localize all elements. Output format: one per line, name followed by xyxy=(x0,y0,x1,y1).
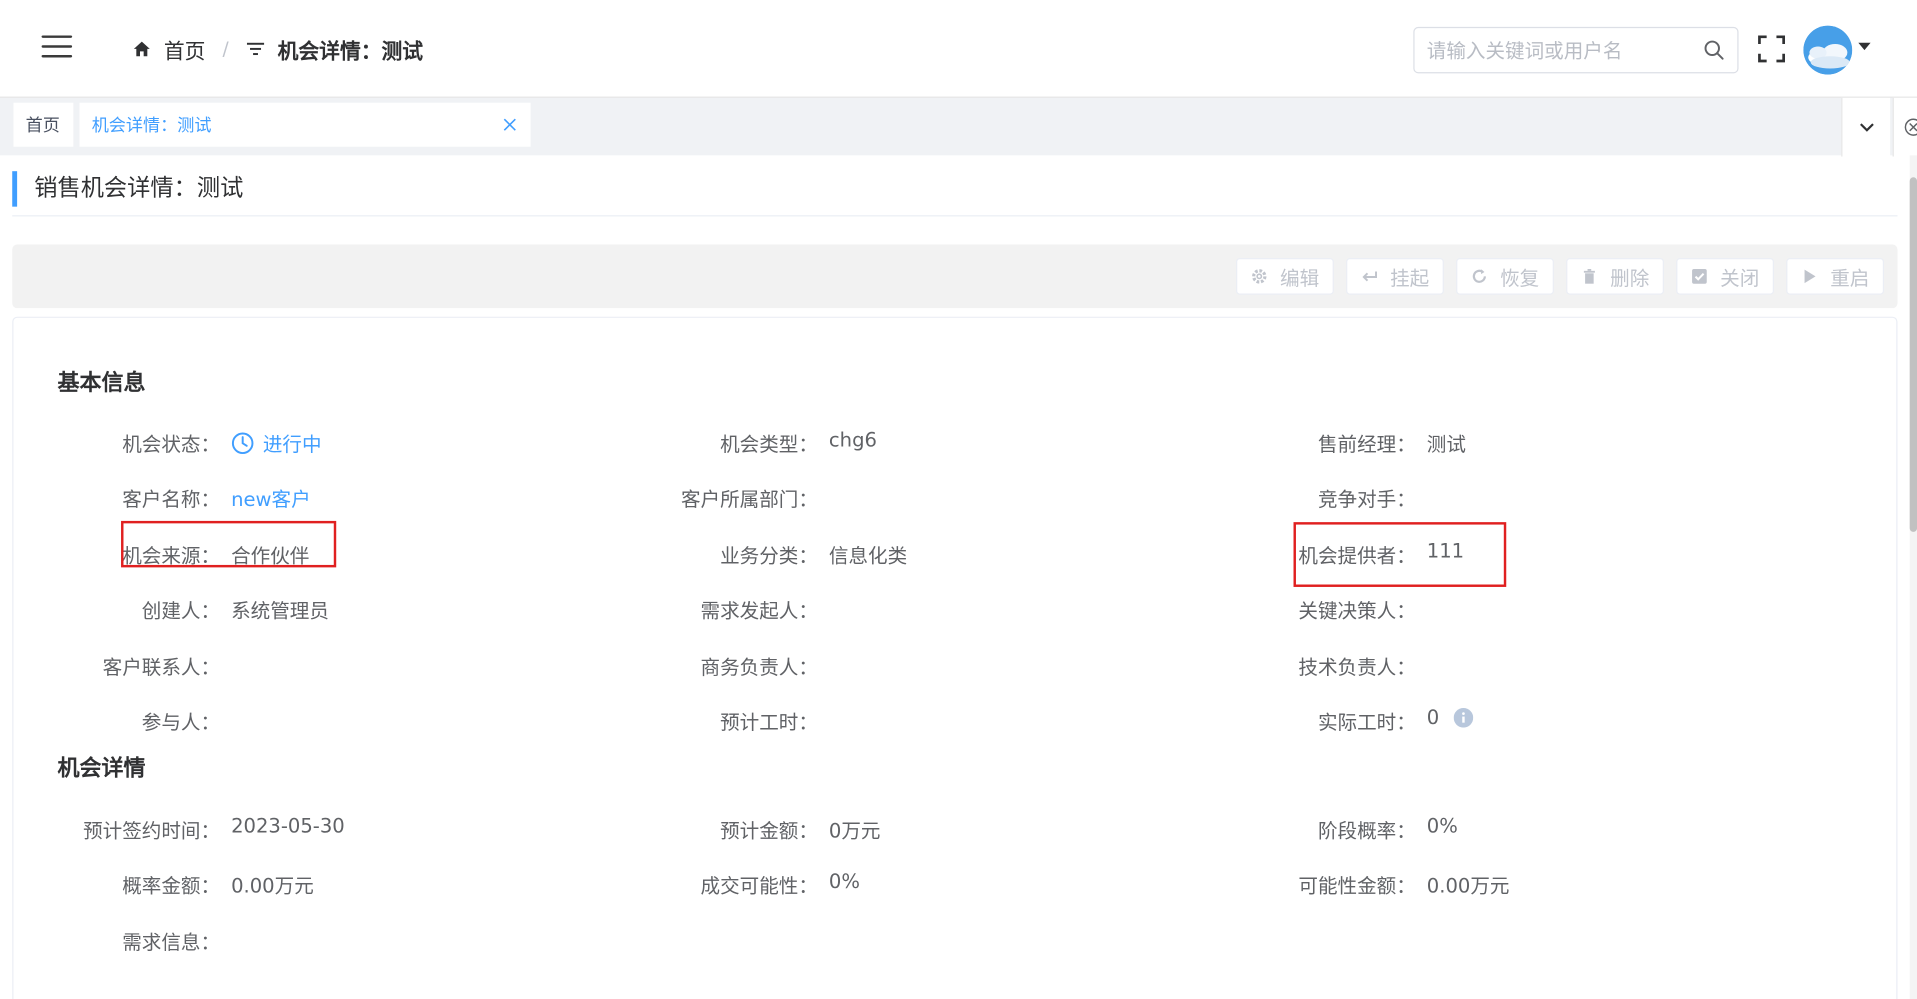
navbar: 首页 / 机会详情：测试 xyxy=(0,0,1917,97)
highlight-box-source xyxy=(121,520,337,568)
suspend-button[interactable]: 挂起 xyxy=(1346,258,1444,295)
title-accent-bar xyxy=(12,171,18,207)
section-title-opportunity-detail: 机会详情 xyxy=(57,755,146,782)
tag-home[interactable]: 首页 xyxy=(13,102,74,147)
tag-home-label: 首页 xyxy=(25,116,60,136)
chevron-down-icon xyxy=(1859,123,1874,132)
clock-icon xyxy=(231,431,254,454)
field-label-presales-manager: 售前经理： xyxy=(1317,432,1416,457)
breadcrumb-separator: / xyxy=(222,37,229,60)
field-label-stage-probability: 阶段概率： xyxy=(1317,819,1416,843)
edit-button[interactable]: 编辑 xyxy=(1236,258,1334,295)
section-title-basic-info: 基本信息 xyxy=(57,370,146,397)
search-box xyxy=(1413,26,1739,74)
tags-close-all-button[interactable] xyxy=(1892,97,1917,157)
field-value-deal-likelihood: 0% xyxy=(828,869,860,893)
refresh-icon xyxy=(1472,269,1486,283)
field-label-requester: 需求发起人： xyxy=(700,599,818,623)
restore-button-label: 恢复 xyxy=(1500,266,1540,290)
breadcrumb-home-link[interactable]: 首页 xyxy=(164,34,206,64)
field-label-requirement-info: 需求信息： xyxy=(122,930,221,954)
field-label-participants: 参与人： xyxy=(141,710,221,734)
page-title: 销售机会详情：测试 xyxy=(34,174,244,202)
play-icon xyxy=(1804,269,1816,284)
breadcrumb: 首页 / 机会详情：测试 xyxy=(132,34,424,65)
scrollbar-thumb[interactable] xyxy=(1909,177,1917,532)
hamburger-menu-icon[interactable] xyxy=(41,35,73,58)
restore-button[interactable]: 恢复 xyxy=(1456,258,1554,295)
field-label-tech-owner: 技术负责人： xyxy=(1298,655,1416,679)
search-icon[interactable] xyxy=(1703,39,1725,61)
tags-dropdown-button[interactable] xyxy=(1841,97,1891,157)
tag-opportunity-detail[interactable]: 机会详情：测试 xyxy=(79,102,531,147)
fullscreen-icon[interactable] xyxy=(1758,35,1785,63)
field-label-estimated-hours: 预计工时： xyxy=(720,710,818,734)
field-label-probability-amount: 概率金额： xyxy=(122,874,221,898)
delete-button[interactable]: 删除 xyxy=(1566,258,1664,295)
field-label-customer-contact: 客户联系人： xyxy=(102,655,221,679)
breadcrumb-current: 机会详情：测试 xyxy=(277,39,424,65)
field-label-creator: 创建人： xyxy=(141,599,221,623)
field-value-type: chg6 xyxy=(828,427,877,452)
delete-button-label: 删除 xyxy=(1610,266,1650,290)
action-toolbar: 编辑 挂起 恢复 删除 关闭 重启 xyxy=(12,244,1898,309)
restart-button[interactable]: 重启 xyxy=(1786,258,1885,295)
field-value-customer-name[interactable]: new客户 xyxy=(231,483,311,512)
field-label-status: 机会状态： xyxy=(122,432,221,457)
field-label-sign-date: 预计签约时间： xyxy=(83,819,221,843)
close-icon[interactable] xyxy=(502,117,517,132)
suspend-button-label: 挂起 xyxy=(1390,266,1430,290)
field-value-estimated-amount: 0万元 xyxy=(828,819,881,843)
edit-button-label: 编辑 xyxy=(1280,266,1320,290)
field-value-creator: 系统管理员 xyxy=(231,599,329,623)
avatar[interactable] xyxy=(1803,25,1853,75)
field-value-sign-date: 2023-05-30 xyxy=(231,814,345,838)
field-label-key-decision-maker: 关键决策人： xyxy=(1298,599,1416,623)
highlight-box-provider xyxy=(1293,522,1507,587)
tags-bar: 首页 机会详情：测试 xyxy=(0,96,1917,157)
title-divider xyxy=(12,215,1898,217)
field-label-customer-name: 客户名称： xyxy=(122,487,221,512)
field-label-likelihood-amount: 可能性金额： xyxy=(1298,874,1416,898)
close-button-label: 关闭 xyxy=(1720,266,1760,290)
field-value-stage-probability: 0% xyxy=(1426,814,1458,838)
trash-icon xyxy=(1583,269,1595,284)
caret-down-icon[interactable] xyxy=(1858,42,1871,51)
circle-close-icon xyxy=(1904,118,1917,136)
field-value-likelihood-amount: 0.00万元 xyxy=(1426,874,1510,898)
field-value-actual-hours-text: 0 xyxy=(1426,705,1440,729)
close-button[interactable]: 关闭 xyxy=(1676,258,1774,295)
field-label-actual-hours: 实际工时： xyxy=(1317,710,1416,734)
field-value-actual-hours: 0 xyxy=(1427,706,1474,729)
checkbox-checked-icon xyxy=(1692,269,1707,284)
field-label-estimated-amount: 预计金额： xyxy=(720,819,818,843)
field-label-type: 机会类型： xyxy=(720,432,818,457)
field-value-status: 进行中 xyxy=(231,428,322,457)
filter-icon xyxy=(247,42,265,56)
page-scrollbar[interactable] xyxy=(1909,155,1917,999)
info-icon[interactable] xyxy=(1453,707,1474,727)
field-value-presales-manager: 测试 xyxy=(1426,432,1466,457)
app-root: 首页 / 机会详情：测试 请输入关键词或用户名 首页 机会详情：测试 销售机会详… xyxy=(0,0,1917,999)
field-label-business-category: 业务分类： xyxy=(720,544,818,568)
gear-icon xyxy=(1252,269,1267,284)
field-value-status-text: 进行中 xyxy=(262,432,322,457)
field-label-deal-likelihood: 成交可能性： xyxy=(700,874,818,898)
return-arrow-icon xyxy=(1362,271,1377,282)
home-icon xyxy=(133,41,150,57)
field-value-business-category: 信息化类 xyxy=(828,544,908,568)
field-label-customer-dept: 客户所属部门： xyxy=(680,487,818,512)
field-label-business-owner: 商务负责人： xyxy=(700,655,818,679)
tag-active-label: 机会详情：测试 xyxy=(91,116,212,136)
field-value-probability-amount: 0.00万元 xyxy=(231,874,314,898)
search-input[interactable] xyxy=(1414,28,1704,73)
field-label-competitor: 竞争对手： xyxy=(1317,487,1416,512)
restart-button-label: 重启 xyxy=(1830,266,1870,290)
